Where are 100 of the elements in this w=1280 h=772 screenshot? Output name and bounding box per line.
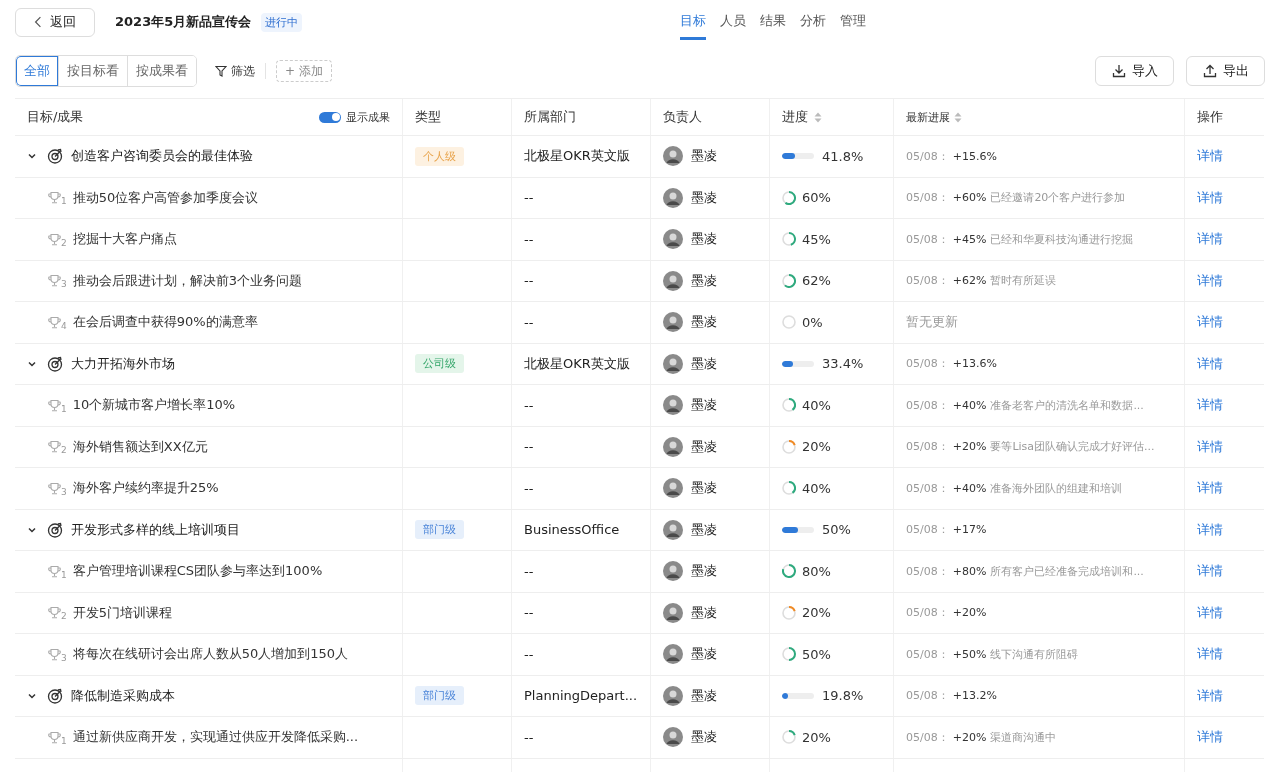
result-index: 2	[61, 237, 67, 248]
update-note: 已经和华夏科技沟通进行挖掘	[990, 231, 1134, 247]
result-index: 1	[61, 196, 67, 206]
update-date: 05/08：	[906, 439, 949, 455]
progress-ring	[782, 730, 796, 745]
view-mode-button[interactable]: 全部	[16, 56, 59, 86]
details-link[interactable]: 详情	[1197, 230, 1223, 249]
details-link[interactable]: 详情	[1197, 562, 1223, 581]
update-date: 05/08：	[906, 729, 949, 745]
details-link[interactable]: 详情	[1197, 354, 1223, 373]
progress-value: 40%	[802, 480, 831, 496]
export-button[interactable]: 导出	[1186, 56, 1265, 86]
details-link[interactable]: 详情	[1197, 271, 1223, 290]
details-link[interactable]: 详情	[1197, 396, 1223, 415]
details-link[interactable]: 详情	[1197, 645, 1223, 664]
progress-value: 41.8%	[822, 148, 864, 164]
department-text: --	[524, 646, 534, 662]
update-delta: +20%	[952, 730, 987, 744]
toggle-switch[interactable]	[319, 111, 341, 123]
update-delta: +20%	[952, 440, 987, 454]
owner-name: 墨凌	[691, 479, 717, 498]
progress-value: 60%	[802, 190, 831, 206]
tab[interactable]: 目标	[680, 10, 706, 40]
details-link[interactable]: 详情	[1197, 728, 1223, 747]
details-link[interactable]: 详情	[1197, 520, 1223, 539]
owner-name: 墨凌	[691, 686, 717, 705]
progress-value: 33.4%	[822, 356, 864, 372]
filter-button[interactable]: 筛选	[207, 62, 255, 80]
avatar-icon	[663, 146, 683, 167]
tab[interactable]: 结果	[760, 10, 786, 40]
chevron-left-icon	[34, 16, 42, 28]
progress-ring	[782, 232, 796, 247]
objective-title: 开发形式多样的线上培训项目	[71, 520, 240, 539]
progress-value: 20%	[802, 729, 831, 745]
column-header: 操作	[1197, 108, 1223, 126]
back-button[interactable]: 返回	[15, 7, 95, 37]
trophy-icon	[48, 191, 61, 205]
update-delta: +40%	[952, 481, 987, 495]
progress-bar	[782, 692, 814, 699]
trophy-icon	[48, 232, 61, 246]
avatar-icon	[663, 519, 683, 540]
level-tag: 个人级	[415, 146, 464, 166]
details-link[interactable]: 详情	[1197, 603, 1223, 622]
target-icon	[47, 521, 63, 538]
progress-value: 0%	[802, 314, 823, 330]
progress-bar	[782, 360, 814, 367]
owner-name: 墨凌	[691, 645, 717, 664]
column-header: 最新进展	[906, 109, 950, 125]
details-link[interactable]: 详情	[1197, 479, 1223, 498]
result-index: 3	[61, 652, 67, 663]
details-link[interactable]: 详情	[1197, 686, 1223, 705]
avatar-icon	[663, 270, 683, 291]
import-button[interactable]: 导入	[1095, 56, 1174, 86]
update-date: 05/08：	[906, 688, 949, 704]
result-index: 1	[61, 403, 67, 414]
target-icon	[47, 687, 63, 704]
department-text: --	[524, 605, 534, 621]
department-text: --	[524, 190, 534, 206]
tab[interactable]: 管理	[840, 10, 866, 40]
update-note: 渠道商沟通中	[990, 729, 1057, 745]
owner-name: 墨凌	[691, 728, 717, 747]
no-update-text: 暂无更新	[906, 313, 958, 332]
result-index: 4	[61, 320, 67, 331]
download-icon	[1111, 64, 1126, 78]
update-note: 准备海外团队的组建和培训	[990, 480, 1123, 496]
update-date: 05/08：	[906, 231, 949, 247]
avatar-icon	[663, 187, 683, 208]
tab[interactable]: 人员	[720, 10, 746, 40]
owner-name: 墨凌	[691, 396, 717, 415]
toggle-label: 显示成果	[346, 109, 390, 125]
column-header: 目标/成果	[27, 108, 84, 126]
details-link[interactable]: 详情	[1197, 313, 1223, 332]
owner-name: 墨凌	[691, 354, 717, 373]
update-note: 所有客户已经准备完成培训和...	[990, 563, 1144, 579]
avatar-icon	[663, 602, 683, 623]
department-text: --	[524, 397, 534, 413]
key-result-title: 推动50位客户高管参加季度会议	[72, 188, 259, 207]
result-index: 3	[61, 486, 67, 497]
owner-name: 墨凌	[691, 520, 717, 539]
progress-ring	[782, 190, 796, 205]
owner-name: 墨凌	[691, 147, 717, 166]
update-date: 05/08：	[906, 397, 949, 413]
details-link[interactable]: 详情	[1197, 188, 1223, 207]
tab[interactable]: 分析	[800, 10, 826, 40]
owner-name: 墨凌	[691, 230, 717, 249]
details-link[interactable]: 详情	[1197, 437, 1223, 456]
level-tag: 部门级	[415, 520, 464, 540]
add-button[interactable]: + 添加	[276, 60, 332, 82]
update-delta: +20%	[952, 606, 987, 620]
department-text: --	[524, 729, 534, 745]
trophy-icon	[48, 647, 61, 661]
avatar-icon	[663, 685, 683, 706]
update-delta: +13.6%	[952, 357, 997, 371]
owner-name: 墨凌	[691, 603, 717, 622]
department-text: 北极星OKR英文版	[524, 354, 630, 373]
details-link[interactable]: 详情	[1197, 147, 1223, 166]
progress-ring	[782, 605, 796, 620]
progress-ring	[782, 647, 796, 662]
update-delta: +45%	[952, 232, 987, 246]
avatar-icon	[663, 353, 683, 374]
